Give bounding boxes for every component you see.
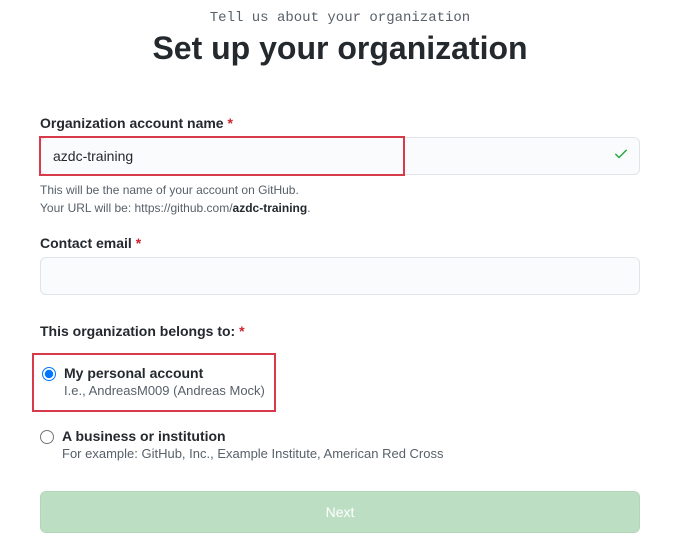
- check-icon: [613, 146, 629, 167]
- radio-option-personal[interactable]: My personal account I.e., AndreasM009 (A…: [32, 353, 276, 412]
- page-title: Set up your organization: [40, 30, 640, 67]
- radio-option-business[interactable]: A business or institution For example: G…: [40, 422, 640, 467]
- org-name-input[interactable]: [41, 138, 639, 174]
- radio-personal-input[interactable]: [42, 367, 56, 381]
- required-marker: *: [136, 235, 141, 251]
- org-name-hint: This will be the name of your account on…: [40, 181, 640, 217]
- contact-email-input[interactable]: [40, 257, 640, 295]
- radio-business-label: A business or institution: [62, 428, 226, 444]
- radio-business-hint: For example: GitHub, Inc., Example Insti…: [62, 446, 640, 461]
- radio-personal-label: My personal account: [64, 365, 203, 381]
- required-marker: *: [227, 115, 232, 131]
- org-name-input-wrapper: [40, 137, 640, 175]
- radio-business-input[interactable]: [40, 430, 54, 444]
- required-marker: *: [239, 323, 244, 339]
- contact-email-label: Contact email *: [40, 235, 640, 251]
- belongs-to-label: This organization belongs to: *: [40, 323, 640, 339]
- page-subtitle: Tell us about your organization: [40, 10, 640, 26]
- next-button[interactable]: Next: [40, 491, 640, 533]
- radio-personal-hint: I.e., AndreasM009 (Andreas Mock): [64, 383, 266, 398]
- org-name-label: Organization account name *: [40, 115, 640, 131]
